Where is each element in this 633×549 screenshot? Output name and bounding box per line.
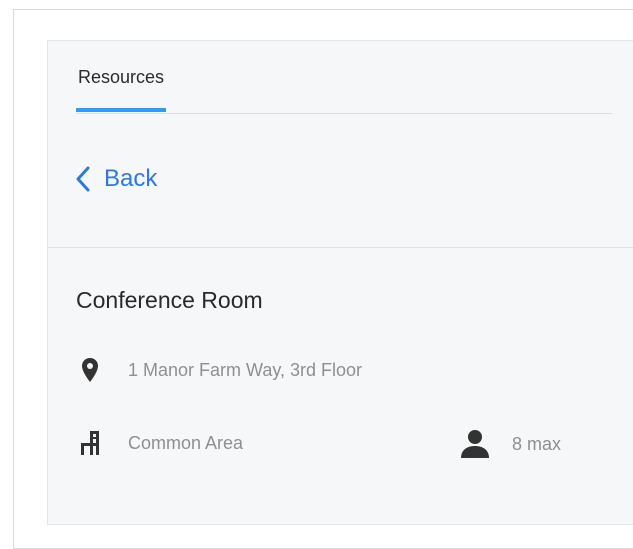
area-text: Common Area [128, 432, 244, 453]
tab-bar: Resources [76, 41, 612, 114]
person-icon [460, 429, 490, 459]
map-pin-icon [76, 357, 104, 383]
section-divider [48, 247, 633, 248]
tab-resources-label: Resources [78, 67, 165, 87]
chevron-left-icon [76, 166, 90, 192]
address-row: 1 Manor Farm Way, 3rd Floor [76, 357, 362, 383]
chair-icon [76, 429, 104, 457]
capacity-text: 8 max [512, 433, 562, 454]
area-row: Common Area [76, 429, 243, 457]
back-button[interactable]: Back [76, 161, 157, 197]
room-title: Conference Room [76, 287, 263, 313]
capacity-row: 8 max [460, 429, 561, 459]
tab-resources[interactable]: Resources [76, 67, 167, 112]
back-label: Back [104, 165, 158, 192]
resource-panel: Resources Back Conference Room 1 Manor F… [47, 40, 633, 525]
address-text: 1 Manor Farm Way, 3rd Floor [128, 359, 363, 380]
